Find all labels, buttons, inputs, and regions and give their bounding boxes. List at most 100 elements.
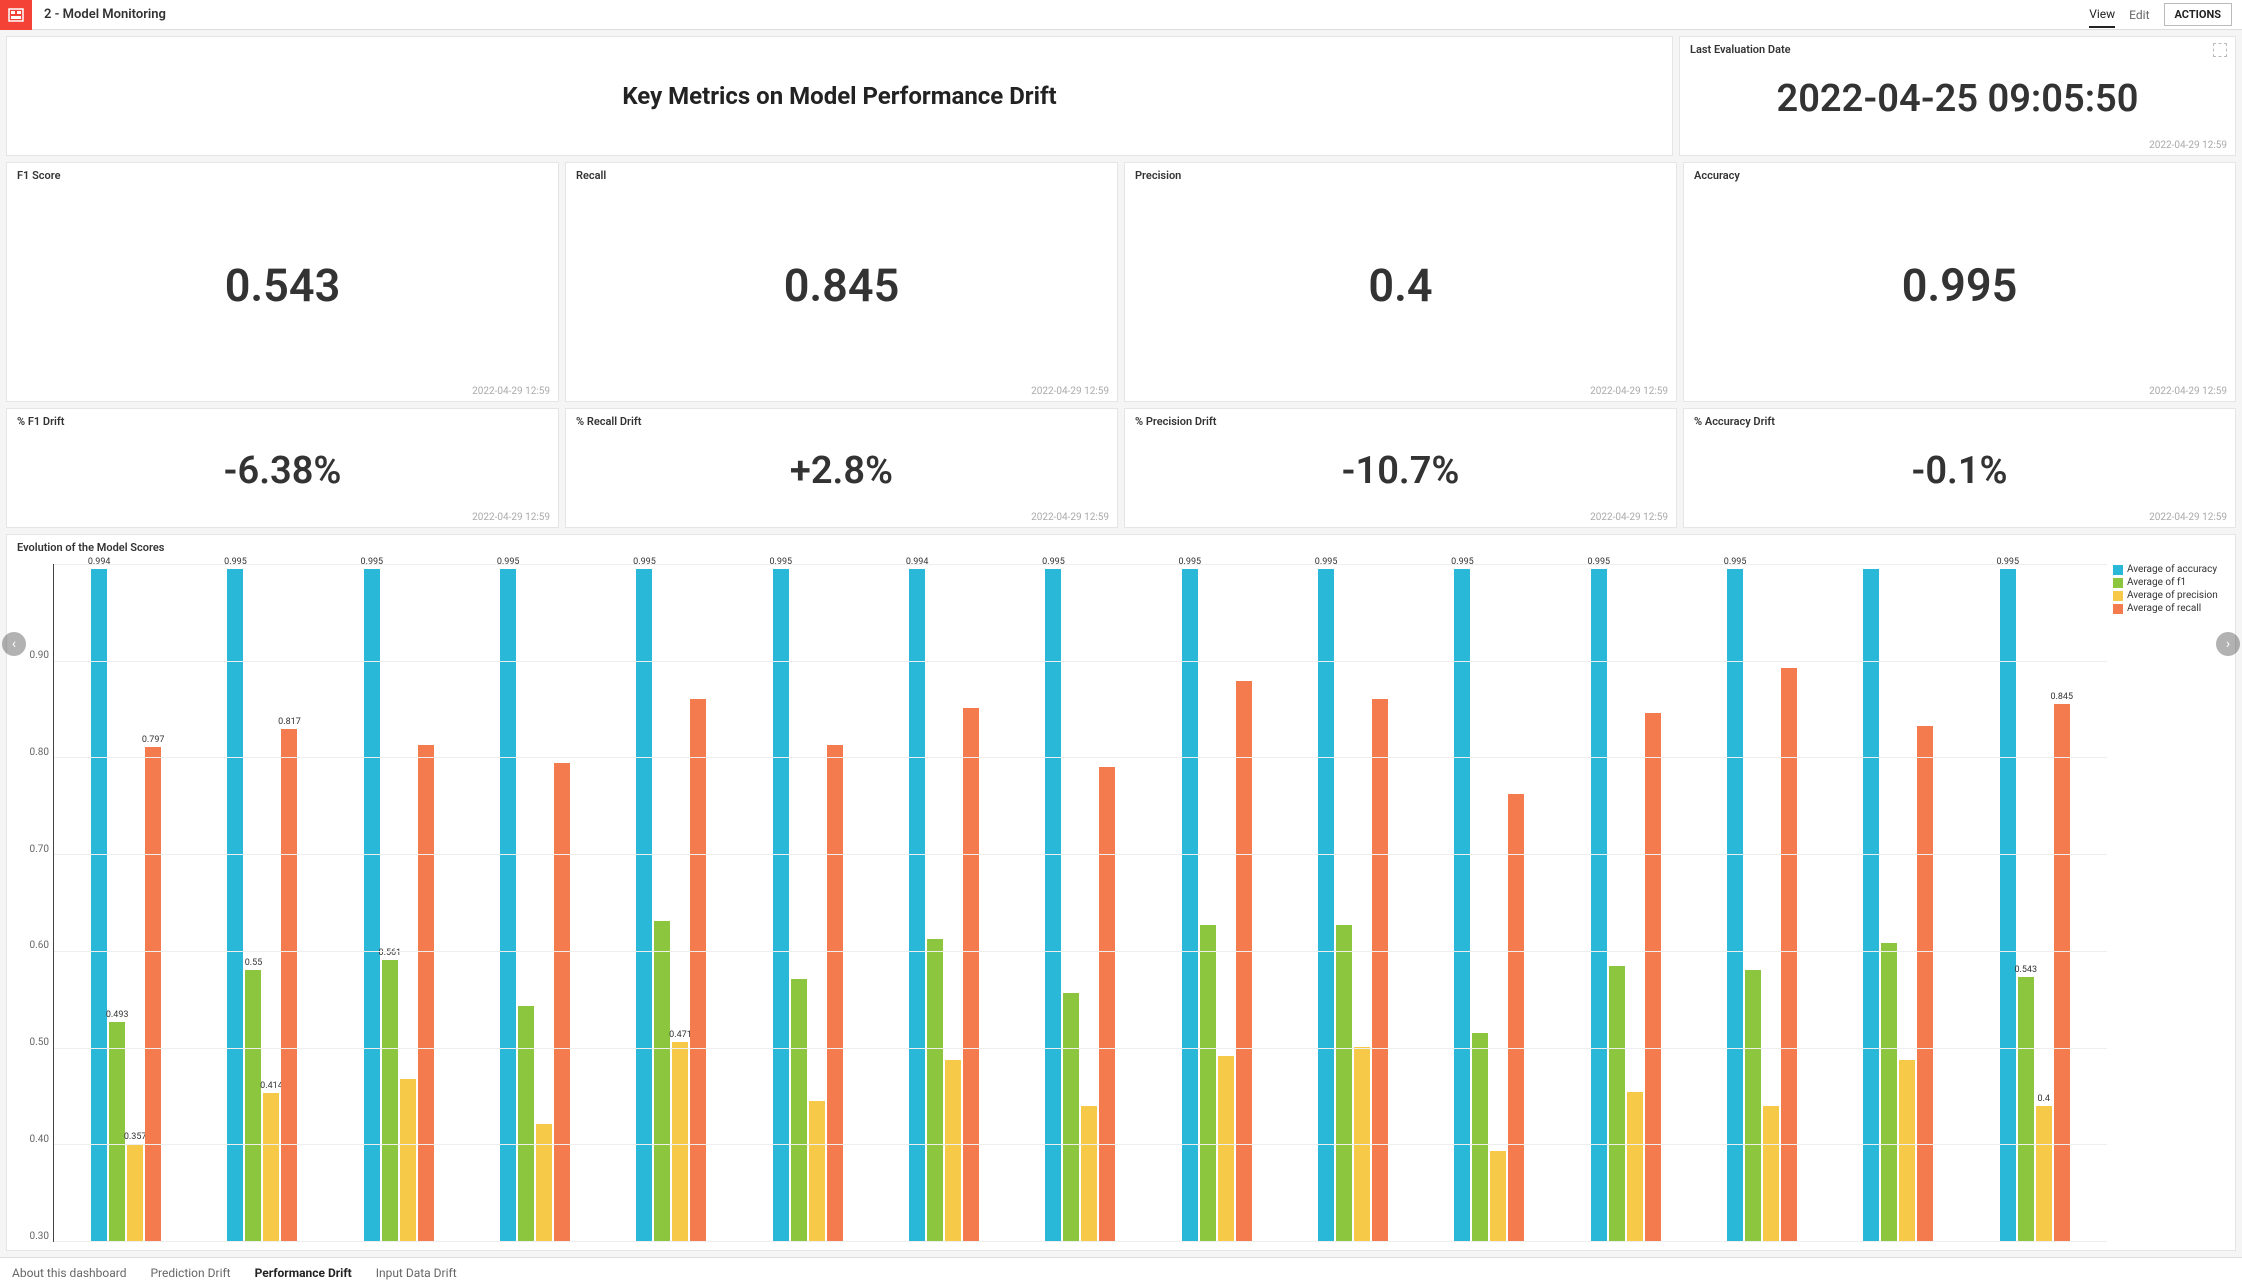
actions-button[interactable]: ACTIONS [2164, 3, 2233, 26]
chart-bar[interactable]: 0.995 [500, 569, 516, 1241]
chart-bar[interactable] [1781, 668, 1797, 1241]
chart-bar[interactable] [1081, 1106, 1097, 1241]
chart-bar[interactable]: 0.543 [2018, 977, 2034, 1241]
chart-bar[interactable]: 0.55 [245, 970, 261, 1241]
edit-link[interactable]: Edit [2129, 8, 2149, 22]
chart-bar[interactable] [927, 939, 943, 1241]
legend-item[interactable]: Average of recall [2113, 603, 2227, 614]
chart-bar[interactable] [1472, 1033, 1488, 1241]
chart-bar[interactable]: 0.995 [1727, 569, 1743, 1241]
legend-item[interactable]: Average of precision [2113, 590, 2227, 601]
chart-bar[interactable]: 0.817 [281, 729, 297, 1241]
chart-bar[interactable] [791, 979, 807, 1241]
chart-bar[interactable]: 0.493 [109, 1022, 125, 1241]
view-link[interactable]: View [2089, 7, 2115, 28]
chart-bar[interactable]: 0.994 [91, 569, 107, 1241]
recall-drift-tile: % Recall Drift +2.8% 2022-04-29 12:59 [565, 408, 1118, 528]
chart-bar-group: 0.995 0.471 [603, 564, 739, 1241]
f1-footer: 2022-04-29 12:59 [7, 382, 558, 401]
chart-bar[interactable] [1917, 726, 1933, 1241]
chart-bar[interactable]: 0.414 [263, 1093, 279, 1241]
prev-page-button[interactable]: ‹ [2, 632, 26, 656]
chart-bar-group: 0.995 [1694, 564, 1830, 1241]
topbar: 2 - Model Monitoring View Edit ACTIONS [0, 0, 2242, 30]
f1-drift-footer: 2022-04-29 12:59 [7, 508, 558, 527]
chart-bar-group: 0.9950.561 [331, 564, 467, 1241]
chart-bar-group: 0.995 [1012, 564, 1148, 1241]
chart-bar[interactable] [1763, 1106, 1779, 1241]
chart-bar[interactable]: 0.995 [773, 569, 789, 1241]
chart-bar[interactable]: 0.471 [672, 1042, 688, 1241]
chart-bar[interactable] [1609, 966, 1625, 1241]
chart-bar[interactable] [1508, 794, 1524, 1241]
chart-bar[interactable] [1218, 1056, 1234, 1241]
chart-bar[interactable]: 0.995 [364, 569, 380, 1241]
next-page-button[interactable]: › [2216, 632, 2240, 656]
legend-item[interactable]: Average of accuracy [2113, 564, 2227, 575]
chart-bar[interactable]: 0.994 [909, 569, 925, 1241]
chart-bar[interactable]: 0.995 [636, 569, 652, 1241]
chart-bar[interactable] [536, 1124, 552, 1241]
chart-bar[interactable]: 0.797 [145, 747, 161, 1241]
chart-tile: Evolution of the Model Scores 0.900.800.… [6, 534, 2236, 1251]
accuracy-title: Accuracy [1684, 163, 2235, 188]
chart-bar[interactable] [1899, 1060, 1915, 1241]
chart-bar-group: 0.995 [740, 564, 876, 1241]
chart-bar[interactable]: 0.995 [1045, 569, 1061, 1241]
legend-item[interactable]: Average of f1 [2113, 577, 2227, 588]
chart-bar[interactable]: 0.4 [2036, 1106, 2052, 1241]
f1-drift-title: % F1 Drift [7, 409, 558, 434]
tab-performance[interactable]: Performance Drift [255, 1266, 352, 1280]
tab-input[interactable]: Input Data Drift [376, 1266, 457, 1280]
chart-bar[interactable] [1645, 713, 1661, 1241]
chart-bar[interactable] [1200, 925, 1216, 1241]
drift-row: % F1 Drift -6.38% 2022-04-29 12:59 % Rec… [6, 408, 2236, 528]
chart-bar[interactable]: 0.561 [382, 960, 398, 1241]
app-icon[interactable] [0, 0, 32, 30]
chart-yaxis: 0.900.800.700.600.500.400.30 [15, 564, 53, 1242]
precision-drift-tile: % Precision Drift -10.7% 2022-04-29 12:5… [1124, 408, 1677, 528]
precision-footer: 2022-04-29 12:59 [1125, 382, 1676, 401]
chart-bar[interactable]: 0.995 [1182, 569, 1198, 1241]
chart-bar[interactable]: 0.995 [1454, 569, 1470, 1241]
chart-bar-group: 0.9950.550.4140.817 [194, 564, 330, 1241]
accuracy-footer: 2022-04-29 12:59 [1684, 382, 2235, 401]
chart-bar[interactable] [945, 1060, 961, 1241]
chart-bar[interactable] [963, 708, 979, 1241]
chart-bar[interactable] [1881, 943, 1897, 1241]
chart-bar[interactable] [1745, 970, 1761, 1241]
tab-about[interactable]: About this dashboard [12, 1266, 126, 1280]
chart-bar-group: 0.995 [1421, 564, 1557, 1241]
tab-prediction[interactable]: Prediction Drift [150, 1266, 230, 1280]
chart-bar[interactable] [827, 745, 843, 1241]
chart-bar[interactable]: 0.995 [2000, 569, 2016, 1241]
chart-bar[interactable] [654, 921, 670, 1241]
chart-bar[interactable]: 0.357 [127, 1144, 143, 1241]
chart-bar[interactable] [1099, 767, 1115, 1241]
expand-icon[interactable] [2213, 43, 2227, 57]
chart-bar[interactable] [1372, 699, 1388, 1241]
recall-tile: Recall 0.845 2022-04-29 12:59 [565, 162, 1118, 402]
accuracy-drift-value: -0.1% [1684, 434, 2235, 508]
chart-bar[interactable]: 0.995 [1318, 569, 1334, 1241]
chart-bar[interactable] [1063, 993, 1079, 1241]
chart-bar[interactable] [690, 699, 706, 1241]
chart-bar[interactable]: 0.995 [1591, 569, 1607, 1241]
chart-bar[interactable] [1627, 1092, 1643, 1241]
hero-tile: Key Metrics on Model Performance Drift [6, 36, 1673, 156]
chart-bar[interactable] [400, 1079, 416, 1241]
chart-bar[interactable] [1336, 925, 1352, 1241]
accuracy-drift-title: % Accuracy Drift [1684, 409, 2235, 434]
recall-title: Recall [566, 163, 1117, 188]
chart-bar-group: 0.995 [1149, 564, 1285, 1241]
page-title: 2 - Model Monitoring [44, 7, 2089, 22]
chart-bar[interactable] [554, 763, 570, 1241]
chart-bar[interactable]: 0.995 [227, 569, 243, 1241]
chart-bar[interactable] [809, 1101, 825, 1241]
chart-bar[interactable] [518, 1006, 534, 1241]
chart-bar[interactable] [1236, 681, 1252, 1241]
chart-bar[interactable] [1863, 569, 1879, 1241]
chart-bar[interactable]: 0.845 [2054, 704, 2070, 1241]
chart-bar[interactable] [1490, 1151, 1506, 1241]
chart-bar[interactable] [418, 745, 434, 1241]
